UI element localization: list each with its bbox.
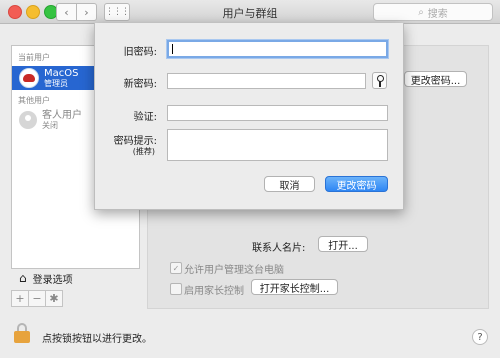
current-users-heading: 当前用户	[18, 53, 50, 62]
help-button[interactable]: ?	[472, 329, 488, 345]
gear-icon[interactable]: ✱	[45, 290, 63, 307]
house-icon: ⌂	[19, 271, 27, 285]
lock-icon[interactable]	[14, 323, 30, 343]
parental-controls-label: 启用家长控制	[184, 286, 244, 297]
guest-name: 客人用户	[42, 110, 82, 121]
lock-hint: 点按锁按钮以进行更改。	[42, 334, 152, 345]
password-hint-label: 密码提示:	[113, 136, 157, 147]
allow-admin-label: 允许用户管理这台电脑	[184, 265, 284, 276]
cancel-button[interactable]: 取消	[264, 176, 315, 192]
search-placeholder: 搜索	[427, 8, 448, 20]
verify-password-field[interactable]	[167, 105, 388, 121]
open-parental-controls-button[interactable]: 打开家长控制...	[251, 279, 338, 295]
new-password-label: 新密码:	[123, 79, 157, 90]
password-hint-sublabel: (推荐)	[132, 147, 155, 156]
user-role: 管理员	[44, 79, 68, 88]
sidebar-toolbar: + − ✱	[11, 290, 140, 307]
login-options-label: 登录选项	[32, 274, 73, 286]
user-name: MacOS	[44, 68, 79, 79]
avatar	[19, 68, 39, 88]
new-password-field[interactable]	[167, 73, 366, 89]
remove-user-button[interactable]: −	[28, 290, 46, 307]
change-password-button[interactable]: 更改密码...	[404, 71, 467, 87]
key-icon[interactable]	[372, 72, 387, 89]
guest-status: 关闭	[42, 121, 58, 130]
add-user-button[interactable]: +	[11, 290, 29, 307]
verify-label: 验证:	[133, 112, 157, 123]
confirm-change-password-button[interactable]: 更改密码	[325, 176, 388, 192]
old-password-label: 旧密码:	[123, 47, 157, 58]
search-icon: ⌕	[418, 6, 424, 18]
open-contact-button[interactable]: 打开...	[318, 236, 368, 252]
old-password-field[interactable]	[167, 40, 388, 58]
contact-card-label: 联系人名片:	[252, 243, 306, 254]
guest-avatar-icon	[19, 111, 37, 129]
allow-admin-checkbox[interactable]: ✓	[170, 262, 182, 274]
change-password-sheet: 旧密码: 新密码: 验证: 密码提示: (推荐) 取消 更改密码	[94, 23, 404, 210]
other-users-heading: 其他用户	[18, 96, 50, 105]
password-hint-field[interactable]	[167, 129, 388, 161]
search-field[interactable]: ⌕ 搜索	[373, 3, 493, 21]
parental-controls-checkbox[interactable]	[170, 283, 182, 295]
title-bar: ‹ › ⋮⋮⋮ 用户与群组 ⌕ 搜索	[0, 0, 500, 24]
login-options-item[interactable]: ⌂ 登录选项	[12, 268, 139, 288]
footer: 点按锁按钮以进行更改。 ?	[0, 311, 500, 358]
